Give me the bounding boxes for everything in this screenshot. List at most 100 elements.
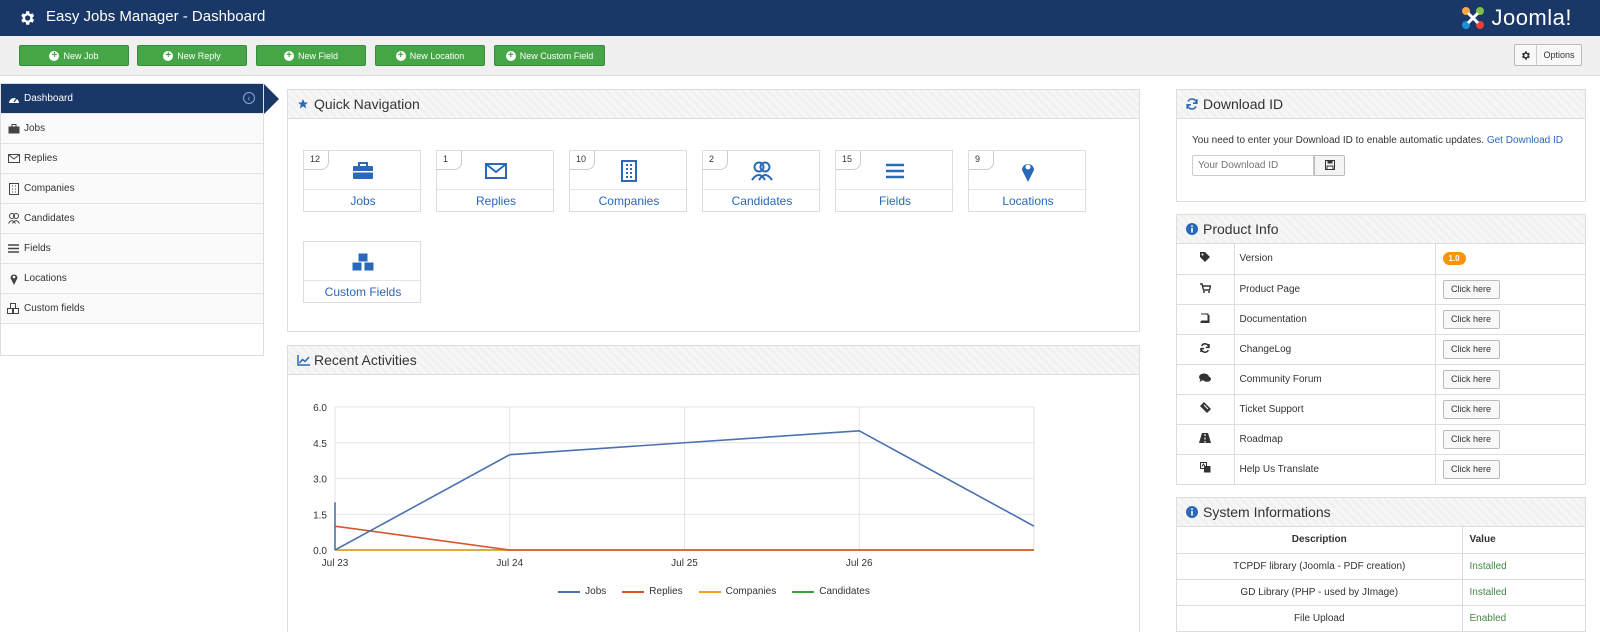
new-location-button[interactable]: + New Location [375,45,485,66]
joomla-logo-text: Joomla! [1491,5,1572,30]
legend-swatch [622,590,645,593]
quick-nav-fields[interactable]: 15 Fields [835,150,954,212]
sidebar-item-label: Jobs [24,123,46,134]
table-row: GD Library (PHP - used by JImage) Instal… [1177,579,1585,606]
legend-item[interactable]: Jobs [558,586,606,597]
page-title: Easy Jobs Manager - Dashboard [46,8,266,25]
product-info-panel: Product Info Version 1.0 Product Page Cl… [1176,214,1586,485]
documentation-button[interactable]: Click here [1442,309,1500,329]
sidebar-item-jobs[interactable]: Jobs [1,114,263,144]
download-id-message: You need to enter your Download ID to en… [1192,135,1485,146]
system-info-value: Enabled [1462,605,1585,632]
table-row: Version 1.0 [1177,244,1585,275]
table-row: File Upload Enabled [1177,605,1585,632]
table-row: Community Forum Click here [1177,364,1585,395]
help-us-translate-button[interactable]: Click here [1442,459,1500,479]
sidebar-item-companies[interactable]: Companies [1,174,263,204]
chart-legend: Jobs Replies Companies Candidates [288,586,1140,597]
new-field-button[interactable]: + New Field [256,45,366,66]
sidebar-item-label: Dashboard [24,93,73,104]
sidebar-item-replies[interactable]: Replies [1,144,263,174]
y-tick-label: 3.0 [313,475,327,486]
quick-navigation-title: Quick Navigation [314,96,420,112]
y-tick-label: 4.5 [313,439,327,450]
download-id-text: You need to enter your Download ID to en… [1192,135,1563,146]
sidebar-item-custom-fields[interactable]: Custom fields [1,294,263,324]
gear-icon [1515,45,1537,65]
options-button[interactable]: Options [1514,44,1582,66]
system-info-value: Installed [1462,579,1585,606]
envelope-icon [437,156,555,186]
new-job-button[interactable]: + New Job [19,45,129,66]
new-custom-field-button[interactable]: + New Custom Field [494,45,605,66]
legend-swatch [558,590,581,593]
legend-item[interactable]: Replies [622,586,683,597]
sidebar-item-dashboard[interactable]: Dashboard ‹ [1,84,279,114]
sidebar-item-label: Fields [24,243,51,254]
table-row: Help Us Translate Click here [1177,454,1585,485]
dashboard-icon [7,93,20,105]
y-tick-label: 6.0 [313,403,327,414]
sidebar-item-fields[interactable]: Fields [1,234,263,264]
changelog-button[interactable]: Click here [1442,339,1500,359]
cubes-icon [304,247,422,277]
new-reply-label: New Reply [177,50,221,61]
new-reply-button[interactable]: + New Reply [137,45,247,66]
roadmap-button[interactable]: Click here [1442,429,1500,449]
legend-label: Replies [649,586,683,597]
top-bar: Easy Jobs Manager - Dashboard Joomla! [0,0,1600,36]
legend-item[interactable]: Candidates [792,586,870,597]
quick-nav-label: Companies [570,189,688,212]
product-info-header: Product Info [1177,215,1585,244]
table-row: Roadmap Click here [1177,424,1585,455]
system-info-description: GD Library (PHP - used by JImage) [1177,579,1463,606]
system-info-description: File Upload [1177,605,1463,632]
table-row: Product Page Click here [1177,274,1585,305]
users-icon [703,156,821,186]
new-location-label: New Location [409,50,465,61]
legend-label: Jobs [585,586,607,597]
community-forum-button[interactable]: Click here [1442,369,1500,389]
collapse-sidebar-icon[interactable]: ‹ [243,92,255,104]
sidebar-item-candidates[interactable]: Candidates [1,204,263,234]
sidebar: Dashboard ‹ Jobs Replies Companies Candi… [0,83,279,356]
briefcase-icon [7,123,20,135]
download-id-input[interactable] [1192,155,1314,176]
quick-nav-candidates[interactable]: 2 Candidates [702,150,821,212]
quick-nav-label: Jobs [304,189,422,212]
book-icon [1200,313,1210,326]
tag-icon [1200,252,1211,265]
sidebar-item-locations[interactable]: Locations [1,264,263,294]
x-tick-label: Jul 25 [671,558,698,569]
users-icon [7,213,20,225]
sidebar-item-label: Locations [24,273,67,284]
recent-activities-title: Recent Activities [314,352,417,368]
column-header-value: Value [1462,527,1585,554]
x-tick-label: Jul 23 [322,558,349,569]
quick-nav-label: Custom Fields [304,280,422,303]
get-download-id-link[interactable]: Get Download ID [1487,135,1563,146]
legend-label: Companies [725,586,777,597]
quick-nav-label: Replies [437,189,555,212]
table-row: TCPDF library (Joomla - PDF creation) In… [1177,553,1585,580]
ticket-support-button[interactable]: Click here [1442,399,1500,419]
activity-chart: 6.0 4.5 3.0 1.5 0.0Jul 23 Jul 24 Jul 25 Jul 26 [313,403,1035,569]
product-page-button[interactable]: Click here [1442,279,1500,299]
y-tick-label: 0.0 [313,546,327,557]
quick-nav-companies[interactable]: 10 Companies [569,150,688,212]
system-info-header: System Informations [1177,498,1585,527]
quick-nav-locations[interactable]: 9 Locations [968,150,1087,212]
plus-circle-icon: + [395,50,406,61]
legend-item[interactable]: Companies [698,586,777,597]
joomla-logo[interactable]: Joomla! [1459,3,1572,33]
quick-nav-custom-fields[interactable]: Custom Fields [303,241,422,303]
product-info-table: Version 1.0 Product Page Click here Docu… [1177,244,1585,485]
quick-nav-replies[interactable]: 1 Replies [436,150,555,212]
save-download-id-button[interactable] [1314,155,1345,176]
version-badge: 1.0 [1442,252,1466,266]
map-marker-icon [969,156,1087,186]
save-icon [1324,158,1335,173]
info-circle-icon [1185,505,1199,519]
system-info-panel: System Informations Description Value TC… [1176,497,1586,632]
quick-nav-jobs[interactable]: 12 Jobs [303,150,422,212]
